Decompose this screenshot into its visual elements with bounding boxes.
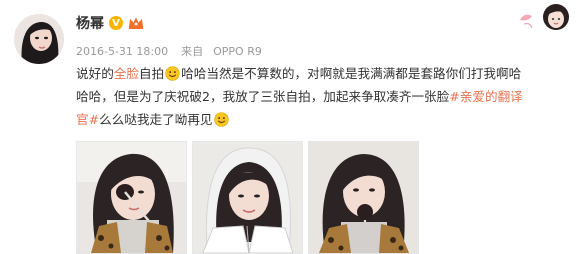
- verified-v-icon[interactable]: V: [109, 16, 123, 30]
- text-segment: 说好的: [76, 66, 114, 81]
- text-segment: 哈哈，但是为了庆祝破2，我放了三张自拍，加起来争取凑齐一张脸: [76, 89, 450, 104]
- smile-emoji-icon: [213, 112, 229, 127]
- post-text-line-2: 哈哈，但是为了庆祝破2，我放了三张自拍，加起来争取凑齐一张脸#亲爱的翻译: [76, 85, 560, 108]
- author-name[interactable]: 杨幂: [76, 13, 104, 33]
- author-row: 杨幂 V: [76, 13, 144, 33]
- sticker-decoration-icon: [520, 4, 569, 30]
- post-text: 说好的全脸自拍 哈哈当然是不算数的，对啊就是我满满都是套路你们打我啊哈 哈哈，但是…: [76, 62, 560, 131]
- image-grid: [76, 141, 419, 254]
- hashtag-link[interactable]: #亲爱的翻译: [449, 89, 523, 104]
- post-source[interactable]: OPPO R9: [213, 45, 262, 58]
- selfie-image-2[interactable]: [192, 141, 303, 254]
- text-segment: 哈哈当然是不算数的，对啊就是我满满都是套路你们打我啊哈: [181, 66, 522, 81]
- member-crown-icon[interactable]: [128, 16, 144, 30]
- text-segment: 么么哒我走了呦再见: [99, 112, 213, 127]
- post-meta: 2016-5-31 18:00 来自 OPPO R9: [76, 43, 262, 59]
- post-text-line-1: 说好的全脸自拍 哈哈当然是不算数的，对啊就是我满满都是套路你们打我啊哈: [76, 62, 560, 85]
- post-time[interactable]: 2016-5-31 18:00: [76, 45, 168, 58]
- source-prefix: 来自: [181, 45, 204, 58]
- post-text-line-3: 官#么么哒我走了呦再见: [76, 108, 560, 131]
- selfie-image-1[interactable]: [76, 141, 187, 254]
- avatar[interactable]: [14, 14, 64, 64]
- selfie-image-3[interactable]: [308, 141, 419, 254]
- text-segment: 自拍: [138, 66, 165, 81]
- smile-emoji-icon: [165, 66, 180, 81]
- link-quanlian[interactable]: 全脸: [114, 66, 139, 81]
- hashtag-link-end[interactable]: 官#: [76, 112, 99, 127]
